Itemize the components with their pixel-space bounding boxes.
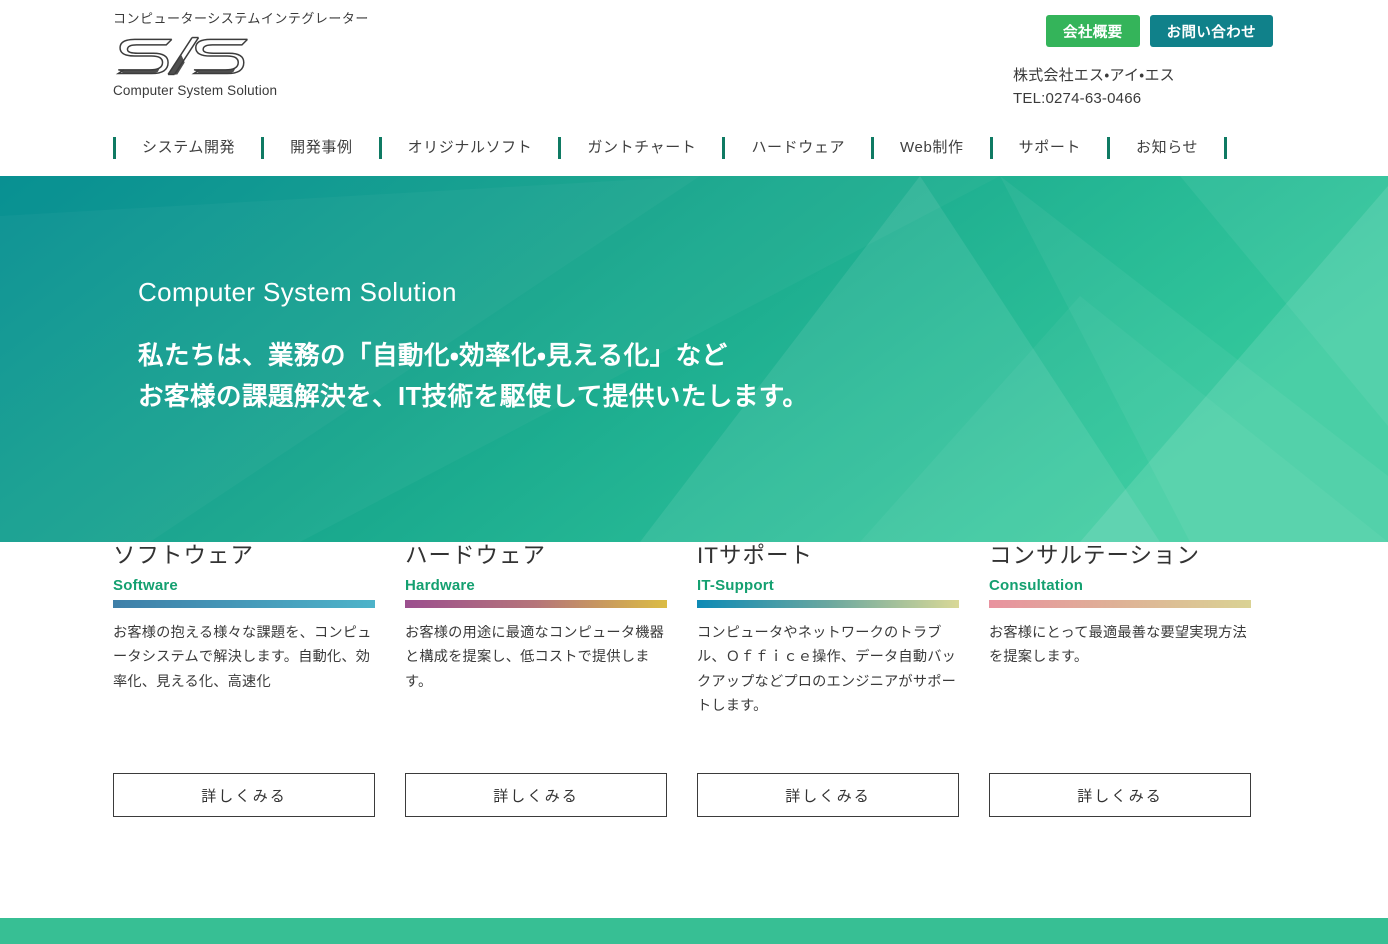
nav-divider	[1224, 137, 1228, 159]
site-header: コンピューターシステムインテグレーター Computer System Solu…	[0, 0, 1388, 176]
button-slot-it-support: 詳しくみる	[697, 773, 989, 817]
card-title: ハードウェア	[405, 543, 547, 568]
page-root: コンピューターシステムインテグレーター Computer System Solu…	[0, 0, 1388, 944]
service-card-consultation: コンサルテーション Consultation お客様にとって最適最善な要望実現方…	[989, 542, 1281, 719]
brand-block[interactable]: コンピューターシステムインテグレーター Computer System Solu…	[113, 10, 533, 98]
card-accent-bar	[989, 600, 1251, 608]
card-title: ソフトウェア	[113, 543, 255, 568]
card-description: お客様の抱える様々な課題を、コンピュータシステムで解決します。自動化、効率化、見…	[113, 625, 372, 690]
service-card-software: ソフトウェア Software お客様の抱える様々な課題を、コンピュータシステム…	[113, 542, 405, 719]
details-button-software[interactable]: 詳しくみる	[113, 773, 375, 817]
details-button-it-support[interactable]: 詳しくみる	[697, 773, 959, 817]
hero-title: Computer System Solution	[138, 277, 457, 307]
card-subtitle: Hardware	[405, 577, 475, 594]
footer-accent-bar	[0, 918, 1388, 944]
button-slot-software: 詳しくみる	[113, 773, 405, 817]
service-card-it-support: ITサポート IT-Support コンピュータやネットワークのトラブル、Ｏｆｆ…	[697, 542, 989, 719]
nav-item-web-production[interactable]: Web制作	[874, 137, 990, 159]
card-description: コンピュータやネットワークのトラブル、Ｏｆｆｉｃｅ操作、データ自動バックアップな…	[697, 625, 956, 715]
hero-banner: Computer System Solution 私たちは、業務の「自動化・効率…	[0, 176, 1388, 542]
service-cards: ソフトウェア Software お客様の抱える様々な課題を、コンピュータシステム…	[0, 542, 1388, 719]
card-description: お客様にとって最適最善な要望実現方法を提案します。	[989, 625, 1247, 666]
company-overview-button[interactable]: 会社概要	[1045, 15, 1140, 47]
card-accent-bar	[697, 600, 959, 608]
hero-message-line-1: 私たちは、業務の「自動化・効率化・見える化」など	[138, 341, 728, 370]
nav-item-support[interactable]: サポート	[993, 137, 1107, 159]
details-button-hardware[interactable]: 詳しくみる	[405, 773, 667, 817]
hero-copy: Computer System Solution 私たちは、業務の「自動化・効率…	[138, 276, 808, 418]
nav-item-original-software[interactable]: オリジナルソフト	[382, 137, 559, 159]
nav-item-system-development[interactable]: システム開発	[116, 137, 261, 159]
nav-item-development-cases[interactable]: 開発事例	[264, 137, 378, 159]
nav-item-hardware[interactable]: ハードウェア	[725, 137, 871, 159]
card-accent-bar	[113, 600, 375, 608]
hero-message: 私たちは、業務の「自動化・効率化・見える化」など お客様の課題解決を、IT技術を…	[138, 336, 808, 419]
card-description: お客様の用途に最適なコンピュータ機器と構成を提案し、低コストで提供します。	[405, 625, 664, 690]
main-navigation: システム開発 開発事例 オリジナルソフト ガントチャート ハードウェア Web制…	[113, 132, 1228, 164]
header-contact-info: 株式会社エス・アイ・エス TEL:0274-63-0466	[1013, 64, 1273, 111]
card-title: ITサポート	[697, 543, 813, 568]
card-title: コンサルテーション	[989, 543, 1201, 568]
brand-tagline: コンピューターシステムインテグレーター	[113, 11, 369, 26]
nav-item-news[interactable]: お知らせ	[1110, 137, 1224, 159]
service-card-hardware: ハードウェア Hardware お客様の用途に最適なコンピュータ機器と構成を提案…	[405, 542, 697, 719]
card-subtitle: Software	[113, 577, 178, 594]
sis-logo-icon	[115, 36, 248, 76]
button-slot-consultation: 詳しくみる	[989, 773, 1281, 817]
card-accent-bar	[405, 600, 667, 608]
company-name: 株式会社エス・アイ・エス	[1013, 67, 1175, 84]
company-telephone[interactable]: TEL:0274-63-0466	[1013, 87, 1273, 110]
brand-subtitle: Computer System Solution	[113, 83, 278, 99]
service-card-buttons: 詳しくみる 詳しくみる 詳しくみる 詳しくみる	[0, 773, 1388, 817]
card-subtitle: IT-Support	[697, 577, 774, 594]
nav-item-gantt-chart[interactable]: ガントチャート	[561, 137, 722, 159]
header-actions: 会社概要 お問い合わせ	[1045, 15, 1273, 47]
hero-message-line-2: お客様の課題解決を、IT技術を駆使して提供いたします。	[138, 383, 809, 412]
details-button-consultation[interactable]: 詳しくみる	[989, 773, 1251, 817]
contact-button[interactable]: お問い合わせ	[1149, 15, 1273, 47]
card-subtitle: Consultation	[989, 577, 1084, 594]
button-slot-hardware: 詳しくみる	[405, 773, 697, 817]
